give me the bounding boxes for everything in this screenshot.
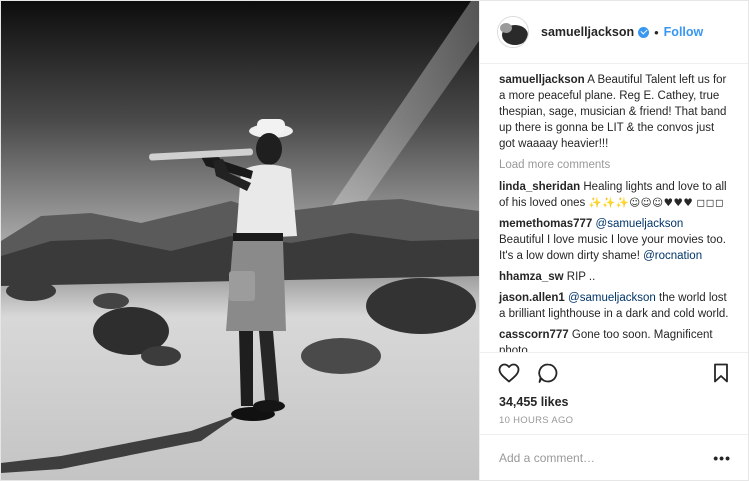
comment-text: RIP .. bbox=[566, 271, 596, 283]
comment-item: linda_sheridan Healing lights and love t… bbox=[499, 179, 731, 211]
avatar-image bbox=[498, 17, 528, 47]
load-more-comments-button[interactable]: Load more comments bbox=[499, 157, 731, 173]
comments-list[interactable]: samuelljackson A Beautiful Talent left u… bbox=[480, 64, 748, 352]
comment-item: hhamza_sw RIP .. bbox=[499, 269, 731, 285]
comment-icon[interactable] bbox=[536, 361, 560, 385]
comment-username[interactable]: linda_sheridan bbox=[499, 181, 580, 193]
caption-username[interactable]: samuelljackson bbox=[499, 74, 585, 86]
comment-username[interactable]: memethomas777 bbox=[499, 218, 592, 230]
comment-item: casscorn777 Gone too soon. Magnificent p… bbox=[499, 327, 731, 352]
post-sidebar: samuelljackson • Follow samuelljackson A… bbox=[479, 1, 748, 480]
comment-username[interactable]: jason.allen1 bbox=[499, 292, 565, 304]
comment-username[interactable]: casscorn777 bbox=[499, 329, 569, 341]
separator-dot: • bbox=[654, 24, 659, 40]
comment-mention[interactable]: @rocnation bbox=[643, 250, 702, 262]
post-header: samuelljackson • Follow bbox=[480, 1, 748, 64]
bookmark-icon[interactable] bbox=[711, 362, 731, 384]
avatar[interactable] bbox=[497, 16, 529, 48]
add-comment-bar: ••• bbox=[480, 434, 748, 480]
comment-mention[interactable]: @samueljackson bbox=[568, 292, 656, 304]
comment-emoji-boxes: ◻◻◻ bbox=[696, 197, 725, 209]
post-photo[interactable] bbox=[1, 1, 479, 480]
post-timestamp[interactable]: 10 HOURS AGO bbox=[480, 412, 748, 434]
header-username[interactable]: samuelljackson bbox=[541, 25, 634, 39]
verified-badge-icon bbox=[638, 26, 650, 38]
comment-item: jason.allen1 @samueljackson the world lo… bbox=[499, 290, 731, 322]
post-actions bbox=[480, 352, 748, 392]
follow-button[interactable]: Follow bbox=[664, 25, 704, 39]
instagram-post: samuelljackson • Follow samuelljackson A… bbox=[0, 0, 749, 481]
comment-emoji: ✨✨✨☺☺☺♥♥♥ bbox=[588, 197, 694, 209]
desert-musician-photo bbox=[1, 1, 479, 480]
more-options-button[interactable]: ••• bbox=[713, 450, 731, 466]
comment-mention[interactable]: @samueljackson bbox=[596, 218, 684, 230]
caption: samuelljackson A Beautiful Talent left u… bbox=[499, 72, 731, 152]
likes-count[interactable]: 34,455 likes bbox=[480, 392, 748, 412]
comment-item: memethomas777 @samueljackson Beautiful I… bbox=[499, 216, 731, 264]
comment-username[interactable]: hhamza_sw bbox=[499, 271, 564, 283]
add-comment-input[interactable] bbox=[499, 450, 714, 465]
heart-icon[interactable] bbox=[497, 361, 521, 385]
